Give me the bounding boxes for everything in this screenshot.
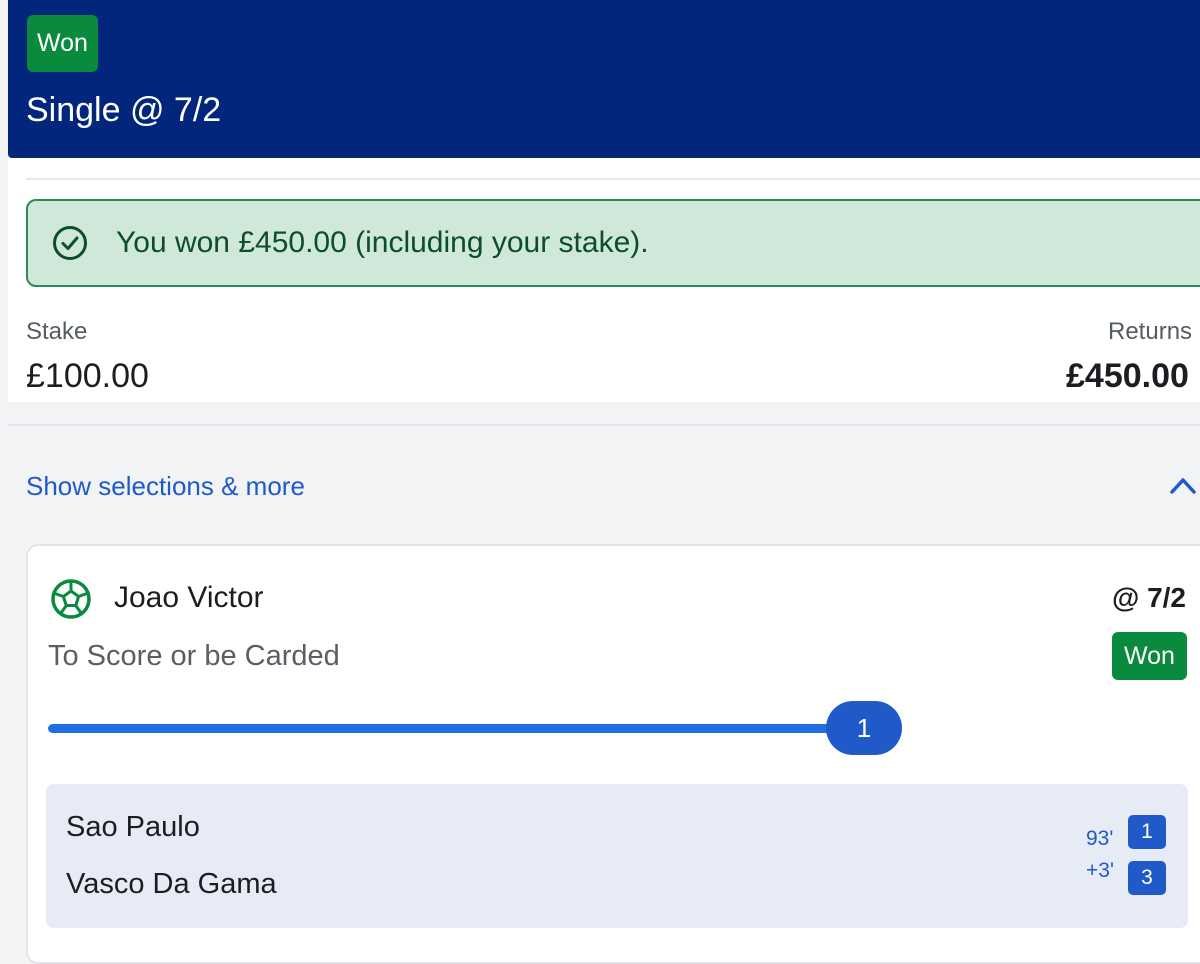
home-score: 1: [1128, 815, 1166, 849]
match-scoreboard: Sao Paulo Vasco Da Gama 93' +3' 1 3: [46, 784, 1188, 928]
returns-label: Returns: [1108, 318, 1193, 345]
check-circle-icon: [53, 226, 87, 260]
progress-count-badge: 1: [826, 701, 902, 755]
away-team: Vasco Da Gama: [66, 868, 277, 900]
selection-odds: @ 7/2: [1112, 582, 1187, 613]
added-time: +3': [1086, 859, 1114, 882]
win-banner: You won £450.00 (including your stake).: [26, 199, 1200, 287]
win-message: You won £450.00 (including your stake).: [116, 226, 649, 259]
player-name: Joao Victor: [114, 581, 264, 614]
selections-section: Show selections & more Joao Victor To Sc…: [8, 424, 1200, 964]
selection-card: Joao Victor To Score or be Carded @ 7/2 …: [26, 544, 1200, 964]
stake-label: Stake: [26, 318, 88, 345]
bet-summary-card: You won £450.00 (including your stake). …: [8, 158, 1200, 402]
returns-value: £450.00: [1066, 357, 1189, 395]
progress-fill: [48, 724, 858, 733]
chevron-up-icon[interactable]: [1168, 472, 1198, 498]
away-score: 3: [1128, 861, 1166, 895]
match-minute: 93': [1086, 827, 1114, 850]
show-selections-link[interactable]: Show selections & more: [26, 470, 305, 502]
football-icon: [51, 579, 91, 619]
market-name: To Score or be Carded: [48, 640, 340, 672]
home-team: Sao Paulo: [66, 811, 200, 843]
progress-track: [48, 724, 858, 733]
bet-header: Won Single @ 7/2: [8, 0, 1200, 158]
status-badge: Won: [27, 15, 98, 72]
divider: [26, 178, 1200, 180]
selection-status-badge: Won: [1112, 632, 1187, 680]
stake-value: £100.00: [26, 357, 149, 395]
bet-title: Single @ 7/2: [26, 91, 222, 129]
